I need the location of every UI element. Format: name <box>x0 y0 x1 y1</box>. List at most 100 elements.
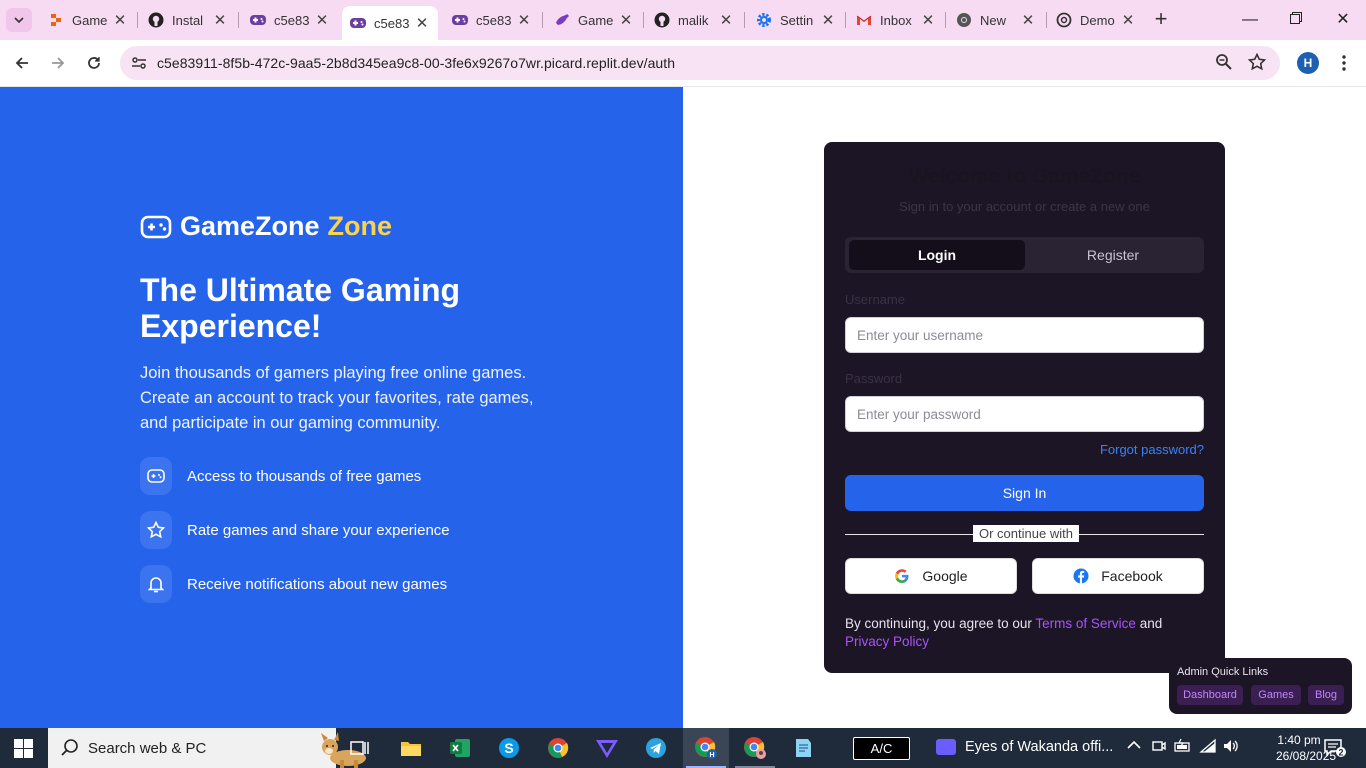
chrome-profile-icon[interactable]: H <box>694 736 718 760</box>
new-tab-button[interactable]: + <box>1150 8 1172 32</box>
brand-accent: Zone <box>327 211 393 241</box>
clock-time: 1:40 pm <box>1277 733 1321 747</box>
bookmark-star-icon[interactable] <box>1247 52 1267 76</box>
gamepad-icon <box>452 12 468 28</box>
svg-text:S: S <box>504 740 513 756</box>
close-icon[interactable]: ✕ <box>414 14 430 32</box>
skype-icon[interactable]: S <box>497 736 521 760</box>
meet-now-icon[interactable] <box>1151 738 1167 757</box>
browser-tab[interactable]: Demo ✕ <box>1048 6 1144 34</box>
close-window-button[interactable]: ✕ <box>1331 8 1355 32</box>
tab-login[interactable]: Login <box>849 240 1025 270</box>
browser-toolbar: c5e83911-8f5b-472c-9aa5-2b8d345ea9c8-00-… <box>0 40 1366 87</box>
username-label: Username <box>845 292 905 307</box>
tab-label: c5e83 <box>476 12 512 28</box>
google-icon <box>895 569 909 583</box>
openai-icon <box>1056 12 1072 28</box>
vpn-app-icon[interactable] <box>595 736 619 760</box>
browser-tab[interactable]: Instal ✕ <box>140 6 236 34</box>
browser-tab[interactable]: Settin ✕ <box>748 6 844 34</box>
chrome-icon <box>956 12 972 28</box>
browser-tab[interactable]: New ✕ <box>948 6 1044 34</box>
chrome-user-icon[interactable] <box>743 736 767 760</box>
close-icon[interactable]: ✕ <box>618 11 634 29</box>
tab-register[interactable]: Register <box>1025 240 1201 270</box>
taskbar-search-box[interactable]: Search web & PC <box>48 728 366 768</box>
chevron-down-icon <box>14 17 24 23</box>
browser-menu-icon[interactable] <box>1334 52 1354 74</box>
divider-text: Or continue with <box>973 525 1079 542</box>
forgot-password-link[interactable]: Forgot password? <box>1100 442 1204 457</box>
chevron-up-icon[interactable] <box>1127 738 1141 753</box>
feature-item: Access to thousands of free games <box>140 457 421 495</box>
browser-tab[interactable]: c5e83 ✕ <box>444 6 540 34</box>
close-icon[interactable]: ✕ <box>314 11 330 29</box>
close-icon[interactable]: ✕ <box>516 11 532 29</box>
google-login-button[interactable]: Google <box>845 558 1017 594</box>
restore-button[interactable] <box>1284 8 1308 32</box>
browser-tab-active[interactable]: c5e83 ✕ <box>342 6 438 40</box>
wifi-icon[interactable] <box>1199 738 1217 757</box>
site-info-icon[interactable] <box>128 52 150 74</box>
tab-label: malik <box>678 12 709 28</box>
quick-link-dashboard[interactable]: Dashboard <box>1177 685 1243 705</box>
admin-quick-links: Admin Quick Links Dashboard Games Blog <box>1169 658 1352 714</box>
quick-link-blog[interactable]: Blog <box>1308 685 1344 705</box>
back-button[interactable] <box>9 50 35 76</box>
close-icon[interactable]: ✕ <box>112 11 128 29</box>
quick-links-title: Admin Quick Links <box>1177 666 1269 678</box>
tab-separator <box>238 12 239 28</box>
tab-separator <box>137 12 138 28</box>
battery-icon[interactable] <box>1174 738 1192 757</box>
notification-count: 2 <box>1338 748 1343 758</box>
browser-tab[interactable]: Game ✕ <box>546 6 642 34</box>
browser-tab[interactable]: Inbox ✕ <box>848 6 944 34</box>
notepad-icon[interactable] <box>791 736 815 760</box>
terms-link[interactable]: Terms of Service <box>1035 616 1136 631</box>
sign-in-button[interactable]: Sign In <box>845 475 1204 511</box>
tab-search-button[interactable] <box>6 8 32 32</box>
tab-label: c5e83 <box>274 12 310 28</box>
tab-separator <box>542 12 543 28</box>
replit-flame-icon <box>48 12 64 28</box>
terms-notice: By continuing, you agree to our Terms of… <box>845 615 1205 651</box>
close-icon[interactable]: ✕ <box>1120 11 1136 29</box>
tab-label: Instal <box>172 12 204 28</box>
close-icon[interactable]: ✕ <box>718 11 734 29</box>
volume-icon[interactable] <box>1222 738 1240 757</box>
close-icon[interactable]: ✕ <box>820 11 836 29</box>
excel-icon[interactable] <box>448 736 472 760</box>
browser-tab[interactable]: Game ✕ <box>40 6 136 34</box>
minimize-button[interactable]: — <box>1238 8 1262 32</box>
facebook-login-button[interactable]: Facebook <box>1032 558 1204 594</box>
ac-indicator[interactable]: A/C <box>853 737 910 760</box>
profile-avatar[interactable]: H <box>1297 52 1319 74</box>
brand-logo[interactable]: GameZone Zone <box>140 211 392 242</box>
zoom-icon[interactable] <box>1215 53 1233 76</box>
chrome-icon[interactable] <box>546 736 570 760</box>
windows-start-icon[interactable] <box>14 739 33 763</box>
address-bar[interactable]: c5e83911-8f5b-472c-9aa5-2b8d345ea9c8-00-… <box>120 46 1280 80</box>
forward-button[interactable] <box>45 50 71 76</box>
browser-tab[interactable]: malik ✕ <box>646 6 742 34</box>
close-icon[interactable]: ✕ <box>920 11 936 29</box>
password-input[interactable] <box>845 396 1204 432</box>
taskbar-clock[interactable]: 1:40 pm 26/08/2025 <box>1276 732 1336 764</box>
hero-headline: The Ultimate Gaming Experience! <box>140 272 461 344</box>
tab-label: Settin <box>780 12 814 28</box>
telegram-icon[interactable] <box>644 736 668 760</box>
tab-separator <box>643 12 644 28</box>
notification-center-icon[interactable]: 2 <box>1324 738 1346 763</box>
tab-separator <box>744 12 745 28</box>
close-icon[interactable]: ✕ <box>1020 11 1036 29</box>
file-explorer-icon[interactable] <box>399 736 423 760</box>
browser-tab[interactable]: c5e83 ✕ <box>242 6 338 34</box>
close-icon[interactable]: ✕ <box>212 11 228 29</box>
task-view-icon[interactable] <box>348 736 372 760</box>
quick-link-games[interactable]: Games <box>1251 685 1301 705</box>
media-widget[interactable]: Eyes of Wakanda offi... <box>936 739 1113 755</box>
reload-button[interactable] <box>81 50 107 76</box>
browser-tab-strip: Game ✕ Instal ✕ c5e83 ✕ c5e83 ✕ c5e83 ✕ … <box>0 0 1366 40</box>
username-input[interactable] <box>845 317 1204 353</box>
privacy-link[interactable]: Privacy Policy <box>845 634 929 649</box>
